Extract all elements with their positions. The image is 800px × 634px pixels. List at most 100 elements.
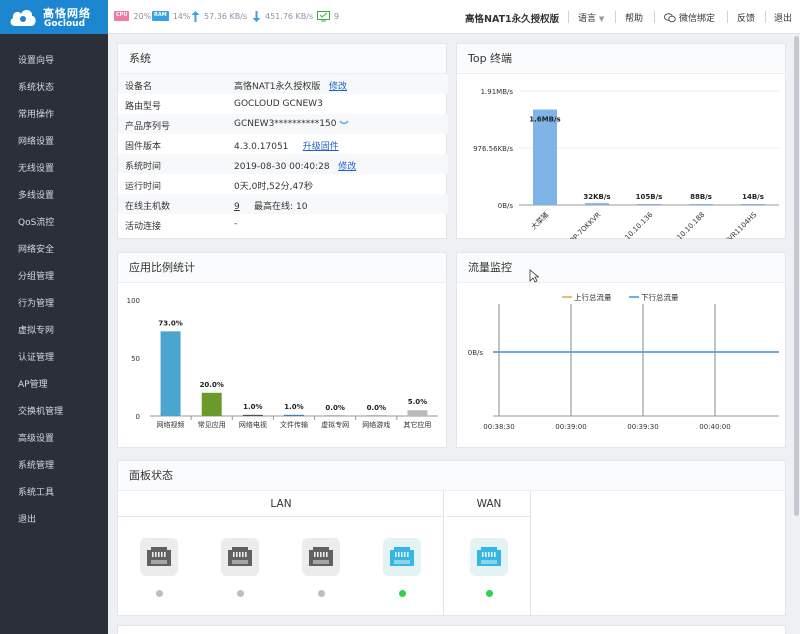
app-stats-chart: 100 50 0 73.0% 网络视频 20.0% 常见应用 1.0% 网络电视 1.0% 文件传输… bbox=[127, 297, 438, 429]
panel-state-title: 面板状态 bbox=[118, 461, 785, 491]
wechat-bind-link[interactable]: 微信绑定 bbox=[664, 11, 715, 24]
wan-section: WAN bbox=[447, 491, 531, 616]
lan-port-icon[interactable] bbox=[302, 538, 340, 576]
app-bar[interactable] bbox=[160, 331, 181, 416]
sidebar-item-network[interactable]: 网络设置 bbox=[18, 134, 54, 147]
y-tick-label: 50 bbox=[131, 355, 140, 363]
sidebar-item-multiline[interactable]: 多线设置 bbox=[18, 188, 54, 201]
online-value: 9 bbox=[334, 12, 340, 21]
app-bar[interactable] bbox=[366, 415, 387, 416]
legend-download-label[interactable]: 下行总流量 bbox=[641, 292, 679, 302]
cpu-usage: CPU 20% bbox=[114, 11, 151, 21]
terminal-value-label: 88B/s bbox=[690, 193, 712, 201]
lan-port-icon[interactable] bbox=[221, 538, 259, 576]
app-value-label: 20.0% bbox=[200, 381, 224, 389]
mouse-cursor-icon bbox=[529, 269, 539, 283]
brand-logo[interactable]: 高恪网络 Gocloud bbox=[0, 0, 108, 34]
ram-chip-icon: RAM bbox=[152, 11, 169, 21]
lan-label: LAN bbox=[118, 491, 444, 517]
logout-link[interactable]: 退出 bbox=[774, 11, 792, 24]
y-tick-label: 1.91MB/s bbox=[481, 88, 514, 96]
sidebar-item-behavior[interactable]: 行为管理 bbox=[18, 296, 54, 309]
eye-toggle-icon[interactable] bbox=[339, 120, 349, 126]
terminal-bar[interactable] bbox=[585, 203, 609, 205]
lan-port-status-dot bbox=[156, 590, 163, 597]
app-value-label: 1.0% bbox=[243, 403, 262, 411]
traffic-panel: 流量监控 00:38:30 00:39:00 00:39:30 00:40:00 0B/… bbox=[456, 252, 786, 448]
language-menu[interactable]: 语言 ▼ bbox=[578, 11, 604, 24]
app-stats-panel: 应用比例统计 100 50 0 73.0% 网络视频 20.0% 常见应用 1.0% 网络电视 1… bbox=[117, 252, 447, 448]
wan-label: WAN bbox=[447, 491, 531, 517]
sidebar-item-qos[interactable]: QoS流控 bbox=[18, 215, 54, 228]
menu-divider bbox=[727, 11, 728, 23]
brand-sub: Gocloud bbox=[44, 19, 86, 29]
cloud-logo-icon bbox=[10, 10, 36, 26]
legend-upload-label[interactable]: 上行总流量 bbox=[574, 292, 612, 302]
app-bar[interactable] bbox=[407, 410, 428, 416]
info-row-connections: 活动连接 - bbox=[125, 219, 238, 232]
online-hosts-link[interactable]: 9 bbox=[234, 202, 240, 212]
download-arrow-icon bbox=[252, 11, 261, 22]
edit-time-link[interactable]: 修改 bbox=[338, 162, 356, 172]
terminal-value-label: 32KB/s bbox=[583, 193, 610, 201]
info-row-online-hosts: 在线主机数 9 最高在线: 10 bbox=[118, 194, 448, 214]
cpu-chip-icon: CPU bbox=[114, 11, 130, 21]
scrollbar-thumb[interactable] bbox=[794, 36, 799, 516]
sidebar-item-common-ops[interactable]: 常用操作 bbox=[18, 107, 54, 120]
terminal-bar[interactable] bbox=[637, 204, 661, 205]
info-row-uptime: 运行时间 0天,0时,52分,47秒 bbox=[125, 182, 313, 192]
x-tick-label: 00:40:00 bbox=[699, 423, 730, 431]
sidebar-item-ap[interactable]: AP管理 bbox=[18, 377, 48, 390]
terminal-bar[interactable] bbox=[689, 204, 713, 205]
lan-port-icon[interactable] bbox=[383, 538, 421, 576]
sidebar-item-switch[interactable]: 交换机管理 bbox=[18, 404, 63, 417]
system-panel: 系统 设备名 高恪NAT1永久授权版 修改 路由型号 GOCLOUD GCNEW… bbox=[117, 43, 448, 239]
top-bar: 高恪网络 Gocloud CPU 20% RAM 14% 57.36 KB/s … bbox=[0, 0, 800, 34]
terminal-bar[interactable] bbox=[533, 109, 557, 205]
sidebar-item-groups[interactable]: 分组管理 bbox=[18, 269, 54, 282]
app-bar[interactable] bbox=[284, 414, 304, 416]
app-category-label: 网络游戏 bbox=[362, 420, 390, 429]
upgrade-firmware-link[interactable]: 升级固件 bbox=[303, 142, 339, 152]
y-tick-label: 100 bbox=[127, 297, 140, 305]
terminal-name-label: DESKTOP-7OKKVR bbox=[552, 211, 603, 239]
terminal-bar[interactable] bbox=[741, 204, 765, 205]
x-tick-label: 00:39:00 bbox=[555, 423, 586, 431]
sidebar-item-auth[interactable]: 认证管理 bbox=[18, 350, 54, 363]
feedback-link[interactable]: 反馈 bbox=[737, 11, 755, 24]
app-stats-title: 应用比例统计 bbox=[118, 253, 446, 283]
sidebar-item-logout[interactable]: 退出 bbox=[18, 512, 36, 525]
cpu-value: 20% bbox=[133, 11, 152, 21]
app-category-label: 文件传输 bbox=[280, 420, 308, 429]
help-link[interactable]: 帮助 bbox=[625, 11, 643, 24]
app-bar[interactable] bbox=[201, 392, 222, 416]
top-terminals-title: Top 终端 bbox=[457, 44, 785, 74]
app-bar[interactable] bbox=[242, 414, 263, 416]
lan-port-icon[interactable] bbox=[140, 538, 178, 576]
sidebar-item-security[interactable]: 网络安全 bbox=[18, 242, 54, 255]
upload-value: 57.36 KB/s bbox=[204, 12, 248, 21]
terminal-name-label: DH-NVR1104HS bbox=[713, 210, 758, 239]
download-rate: 451.76 KB/s bbox=[252, 11, 313, 22]
app-bar[interactable] bbox=[325, 415, 346, 416]
menu-divider bbox=[568, 11, 569, 23]
sidebar-item-advanced[interactable]: 高级设置 bbox=[18, 431, 54, 444]
y-tick-label: 0B/s bbox=[498, 202, 514, 210]
sidebar-item-system-status[interactable]: 系统状态 bbox=[18, 80, 54, 93]
info-row-model: 路由型号 GOCLOUD GCNEW3 bbox=[125, 99, 323, 112]
lan-port-status-dot bbox=[318, 590, 325, 597]
sidebar-item-system-mgmt[interactable]: 系统管理 bbox=[18, 458, 54, 471]
wan-port-icon[interactable] bbox=[470, 538, 508, 576]
edit-device-name-link[interactable]: 修改 bbox=[329, 82, 347, 92]
y-tick-label: 976.56KB/s bbox=[473, 145, 513, 153]
sidebar-item-vpn[interactable]: 虚拟专网 bbox=[18, 323, 54, 336]
y-tick-label: 0B/s bbox=[468, 349, 484, 357]
system-panel-title: 系统 bbox=[118, 44, 446, 74]
app-category-label: 常见应用 bbox=[198, 420, 226, 429]
download-value: 451.76 KB/s bbox=[265, 12, 314, 21]
info-row-system-time: 系统时间 2019-08-30 00:40:28 修改 bbox=[118, 154, 448, 174]
menu-divider bbox=[654, 11, 655, 23]
sidebar-item-setup-wizard[interactable]: 设置向导 bbox=[18, 53, 54, 66]
sidebar-item-system-tools[interactable]: 系统工具 bbox=[18, 485, 54, 498]
sidebar-item-wireless[interactable]: 无线设置 bbox=[18, 161, 54, 174]
